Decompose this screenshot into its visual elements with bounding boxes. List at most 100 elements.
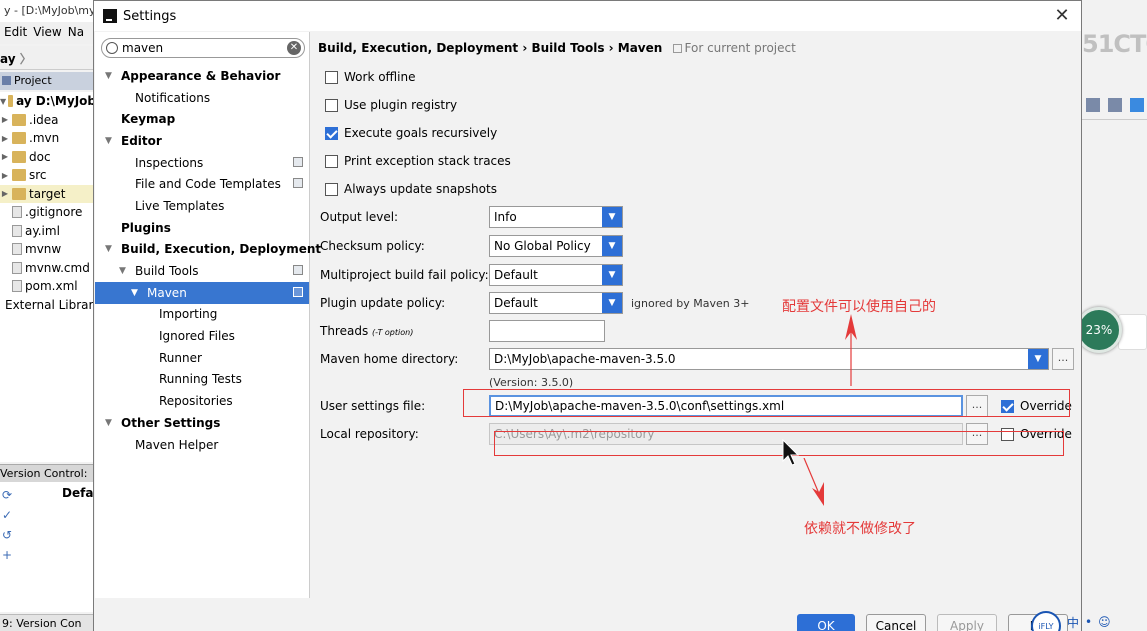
refresh-icon[interactable]: ⟳ xyxy=(2,488,42,508)
chevron-down-icon[interactable]: ▼ xyxy=(105,136,112,146)
threads-input[interactable] xyxy=(489,320,605,342)
close-icon[interactable]: ✕ xyxy=(1051,5,1073,26)
maven-home-browse-button[interactable]: ... xyxy=(1052,348,1074,370)
ime-emoji[interactable]: ☺ xyxy=(1098,615,1111,629)
dropdown-arrow-icon[interactable]: ▼ xyxy=(602,236,622,256)
plugin-registry-checkbox[interactable] xyxy=(325,98,338,112)
cancel-button[interactable]: Cancel xyxy=(866,614,926,631)
nav-item-label: Notifications xyxy=(135,90,211,105)
nav-item-label: Importing xyxy=(159,307,218,322)
project-tree-item[interactable]: pom.xml xyxy=(0,277,96,296)
breadcrumb-path: Build, Execution, Deployment › Build Too… xyxy=(318,41,663,55)
chevron-down-icon[interactable]: ▼ xyxy=(105,71,112,81)
project-tree-item[interactable]: ay.iml xyxy=(0,222,96,241)
update-snapshots-label: Always update snapshots xyxy=(344,182,497,196)
clear-search-icon[interactable]: ✕ xyxy=(287,41,301,55)
dropdown-arrow-icon[interactable]: ▼ xyxy=(602,293,622,313)
dropdown-arrow-icon[interactable]: ▼ xyxy=(602,265,622,285)
project-tree-item[interactable]: ▶ src xyxy=(0,166,96,185)
project-tree-item[interactable]: External Libraries xyxy=(0,296,96,315)
ifly-logo[interactable]: iFLY xyxy=(1031,611,1061,631)
chevron-down-icon[interactable]: ▼ xyxy=(119,266,126,276)
nav-item-running-tests[interactable]: Running Tests xyxy=(95,369,309,391)
project-tree-label: .gitignore xyxy=(25,205,83,220)
project-tree-item[interactable]: ▶ .mvn xyxy=(0,129,96,148)
work-offline-row[interactable]: Work offline xyxy=(325,70,415,84)
chevron-down-icon[interactable]: ▼ xyxy=(0,97,6,106)
nav-item-build-tools[interactable]: ▼ Build Tools xyxy=(95,260,309,282)
output-level-select[interactable]: Info ▼ xyxy=(489,206,623,228)
project-tree-item[interactable]: .gitignore xyxy=(0,203,96,222)
nav-item-label: Editor xyxy=(121,133,162,148)
chevron-down-icon[interactable]: ▼ xyxy=(105,244,112,254)
project-tree-item[interactable]: mvnw.cmd xyxy=(0,259,96,278)
commit-icon[interactable]: ✓ xyxy=(2,508,42,528)
nav-item-other-settings[interactable]: ▼ Other Settings xyxy=(95,412,309,434)
chevron-down-icon[interactable]: ▼ xyxy=(131,288,138,298)
plugin-update-note: ignored by Maven 3+ xyxy=(631,297,750,310)
project-scope-icon xyxy=(672,44,682,53)
project-tree-item[interactable]: ▶ target xyxy=(0,184,96,203)
update-snapshots-row[interactable]: Always update snapshots xyxy=(325,182,497,196)
apply-button[interactable]: Apply xyxy=(937,614,997,631)
nav-item-editor[interactable]: ▼ Editor xyxy=(95,130,309,152)
nav-item-live-templates[interactable]: Live Templates xyxy=(95,195,309,217)
nav-item-runner[interactable]: Runner xyxy=(95,347,309,369)
performance-gauge[interactable]: 23% xyxy=(1076,307,1122,353)
version-control-tab[interactable]: Version Control: xyxy=(0,464,96,482)
nav-item-build-execution-deployment[interactable]: ▼ Build, Execution, Deployment xyxy=(95,239,321,261)
nav-item-notifications[interactable]: Notifications xyxy=(95,87,309,109)
ide-crumb-root[interactable]: ay xyxy=(0,52,16,66)
execute-icon[interactable] xyxy=(1108,98,1122,112)
nav-item-file-and-code-templates[interactable]: File and Code Templates xyxy=(95,173,309,195)
maven-home-combo[interactable]: D:\MyJob\apache-maven-3.5.0 ▼ xyxy=(489,348,1049,370)
project-tool-window-header[interactable]: Project xyxy=(0,72,96,90)
nav-item-repositories[interactable]: Repositories xyxy=(95,390,309,412)
user-settings-highlight xyxy=(463,389,1070,417)
chevron-down-icon[interactable]: ▼ xyxy=(105,418,112,428)
settings-icon[interactable] xyxy=(1130,98,1144,112)
print-stack-traces-row[interactable]: Print exception stack traces xyxy=(325,154,511,168)
dropdown-arrow-icon[interactable]: ▼ xyxy=(1028,349,1048,369)
project-tree-item[interactable]: ▶ doc xyxy=(0,148,96,167)
nav-item-maven-helper[interactable]: Maven Helper xyxy=(95,434,309,456)
nav-item-appearance-behavior[interactable]: ▼ Appearance & Behavior xyxy=(95,65,309,87)
project-tree-item[interactable]: mvnw xyxy=(0,240,96,259)
plugin-registry-row[interactable]: Use plugin registry xyxy=(325,98,457,112)
ide-navigation-bar: ay 〉 xyxy=(0,46,96,70)
project-tree-item[interactable]: ▼ ay D:\MyJob xyxy=(0,92,96,111)
chevron-right-icon[interactable]: ▶ xyxy=(0,115,10,124)
ime-chinese-mode[interactable]: 中 xyxy=(1067,614,1079,631)
execute-recursively-row[interactable]: Execute goals recursively xyxy=(325,126,497,140)
nav-item-importing[interactable]: Importing xyxy=(95,304,309,326)
chevron-right-icon[interactable]: ▶ xyxy=(0,189,10,198)
maven-toolbar-icon[interactable] xyxy=(1086,98,1100,112)
dropdown-arrow-icon[interactable]: ▼ xyxy=(602,207,622,227)
project-tree-item[interactable]: ▶ .idea xyxy=(0,111,96,130)
search-input[interactable] xyxy=(122,41,282,55)
nav-item-inspections[interactable]: Inspections xyxy=(95,152,309,174)
ime-punctuation[interactable]: • xyxy=(1085,615,1092,629)
menu-edit[interactable]: Edit xyxy=(4,25,27,44)
plugin-update-policy-select[interactable]: Default ▼ xyxy=(489,292,623,314)
nav-item-plugins[interactable]: Plugins xyxy=(95,217,309,239)
chevron-right-icon[interactable]: ▶ xyxy=(0,134,10,143)
print-stack-traces-checkbox[interactable] xyxy=(325,154,338,168)
nav-item-ignored-files[interactable]: Ignored Files xyxy=(95,325,309,347)
mouse-cursor-icon xyxy=(782,439,800,466)
update-snapshots-checkbox[interactable] xyxy=(325,182,338,196)
nav-item-keymap[interactable]: Keymap xyxy=(95,108,309,130)
ok-button[interactable]: OK xyxy=(797,614,855,631)
work-offline-checkbox[interactable] xyxy=(325,70,338,84)
rollback-icon[interactable]: ↺ xyxy=(2,528,42,548)
menu-navigate[interactable]: Na xyxy=(68,25,84,44)
ide-bottom-tab[interactable]: 9: Version Con xyxy=(0,614,96,631)
menu-view[interactable]: View xyxy=(33,25,61,44)
multiproject-policy-select[interactable]: Default ▼ xyxy=(489,264,623,286)
add-icon[interactable]: + xyxy=(2,548,42,568)
checksum-policy-select[interactable]: No Global Policy ▼ xyxy=(489,235,623,257)
nav-item-maven[interactable]: ▼ Maven xyxy=(95,281,309,304)
execute-recursively-checkbox[interactable] xyxy=(325,126,338,140)
chevron-right-icon[interactable]: ▶ xyxy=(0,171,10,180)
chevron-right-icon[interactable]: ▶ xyxy=(0,152,10,161)
